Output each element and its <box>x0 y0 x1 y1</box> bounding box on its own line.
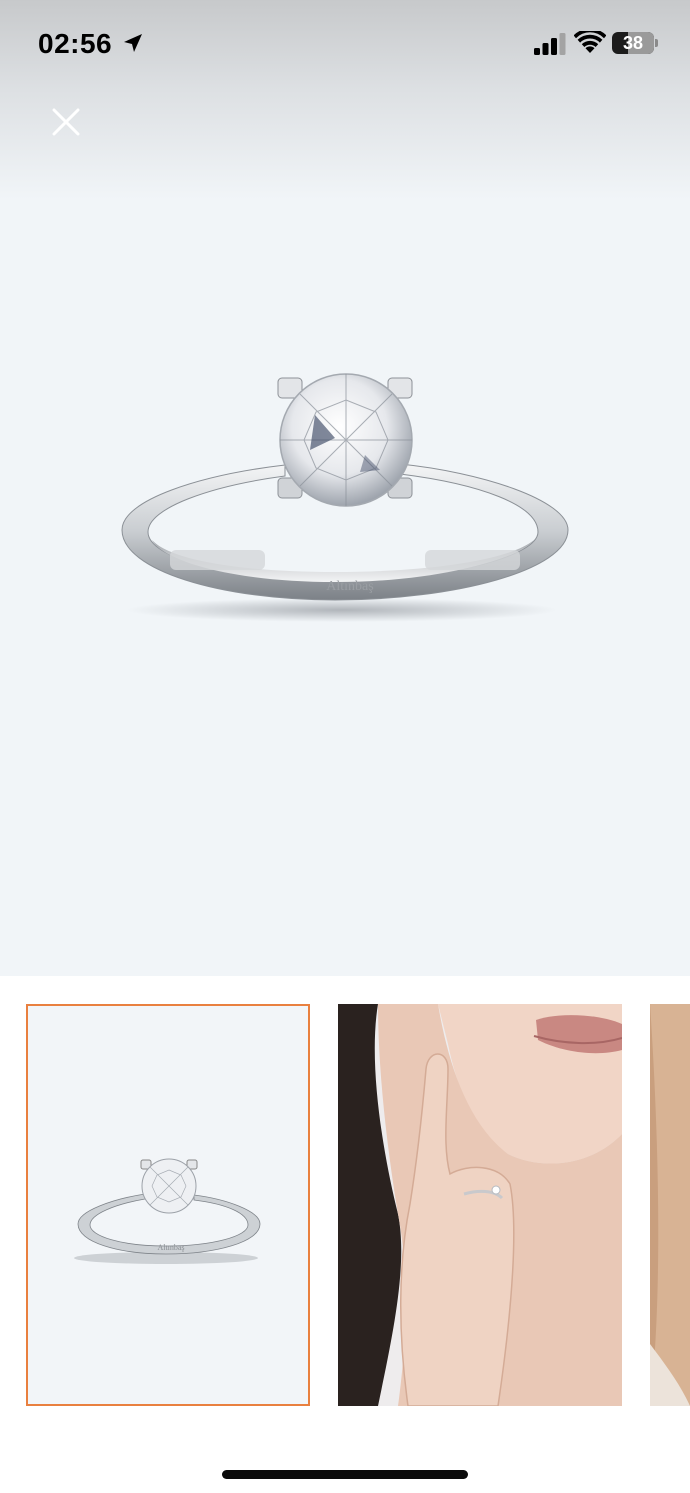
location-arrow-icon <box>124 34 142 52</box>
thumbnail-ring[interactable]: Altınbaş <box>26 1004 310 1406</box>
battery-icon: 38 <box>612 32 658 54</box>
close-icon <box>52 108 80 136</box>
image-viewer[interactable]: 02:56 38 Altınbaş <box>0 0 690 976</box>
status-time: 02:56 <box>38 28 113 59</box>
thumbnail-model-photo[interactable] <box>338 1004 622 1406</box>
close-button[interactable] <box>46 102 86 142</box>
thumbnail-model-photo-image <box>338 1004 622 1406</box>
status-bar: 02:56 38 <box>0 0 690 88</box>
thumbnail-partial-image <box>650 1004 690 1406</box>
wifi-icon <box>574 31 606 53</box>
battery-level: 38 <box>622 33 644 53</box>
cellular-signal-icon <box>534 33 566 55</box>
thumbnail-strip[interactable]: Altınbaş <box>0 976 690 1426</box>
product-image-ring: Altınbaş <box>121 373 569 622</box>
ring-engraving: Altınbaş <box>326 579 373 594</box>
thumbnail-engraving: Altınbaş <box>157 1243 184 1252</box>
thumbnail-partial[interactable] <box>650 1004 690 1406</box>
home-indicator[interactable] <box>222 1470 468 1479</box>
thumbnail-ring-image: Altınbaş <box>74 1158 261 1264</box>
